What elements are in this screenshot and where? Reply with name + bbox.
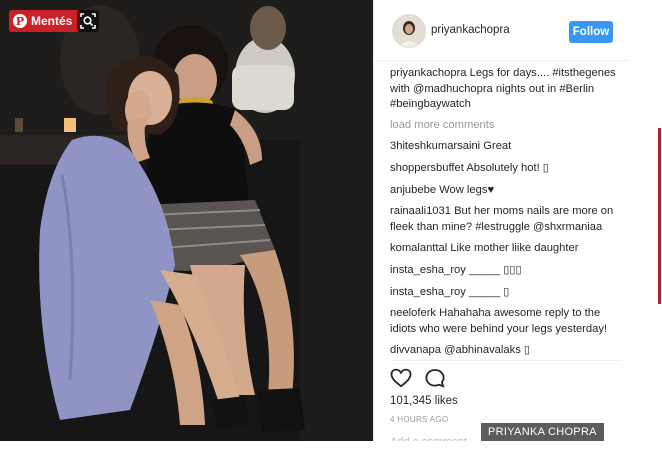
- pinterest-logo-icon: P: [13, 14, 27, 28]
- photo-credit: PRIYANKA CHOPRA: [481, 423, 604, 441]
- comment-item: 3hiteshkumarsaini Great: [390, 139, 622, 155]
- comment-item: komalanttal Like mother liike daughter: [390, 241, 622, 257]
- comment-item: anjubebe Wow legs♥: [390, 183, 622, 199]
- comment-username[interactable]: 3hiteshkumarsaini: [390, 140, 480, 152]
- adjacent-content-edge: [658, 128, 661, 304]
- comment-text: _____ ▯: [469, 285, 510, 298]
- visual-search-icon: [80, 13, 96, 29]
- post-photo[interactable]: P Mentés: [0, 0, 373, 441]
- comment-username[interactable]: anjubebe: [390, 184, 436, 196]
- visual-search-button[interactable]: [77, 10, 99, 32]
- comment-username[interactable]: insta_esha_roy: [390, 264, 466, 276]
- comment-username[interactable]: shoppersbuffet: [390, 162, 464, 174]
- comment-text: @abhinavalaks ▯: [444, 344, 531, 357]
- comment-username[interactable]: neeloferk: [390, 307, 436, 319]
- comment-item: divvanapa @abhinavalaks ▯: [390, 343, 622, 359]
- comment-text: Wow legs♥: [439, 183, 495, 196]
- post-caption: priyankachopra Legs for days.... #itsthe…: [390, 66, 622, 113]
- comment-item: insta_esha_roy _____ ▯▯▯: [390, 263, 622, 279]
- post-actions: 101,345 likes 4 HOURS AGO: [390, 360, 622, 424]
- bottom-strip: [0, 441, 662, 456]
- comment-username[interactable]: divvanapa: [390, 344, 441, 356]
- comment-item: neeloferk Hahahaha awesome reply to the …: [390, 306, 622, 337]
- post-username[interactable]: priyankachopra: [431, 24, 510, 36]
- avatar-image: [393, 15, 425, 47]
- comment-username[interactable]: insta_esha_roy: [390, 286, 466, 298]
- comment-item: rainaali1031 But her moms nails are more…: [390, 204, 622, 235]
- post-header: priyankachopra Follow: [374, 0, 629, 61]
- comment-text: Like mother liike daughter: [450, 242, 579, 255]
- load-more-comments-link[interactable]: load more comments: [390, 118, 622, 134]
- comment-text: Absolutely hot! ▯: [466, 161, 549, 174]
- pinterest-save-button[interactable]: P Mentés: [9, 10, 81, 32]
- comment-bubble-icon[interactable]: [424, 368, 446, 388]
- comment-username[interactable]: komalanttal: [390, 242, 447, 254]
- likes-count[interactable]: 101,345 likes: [390, 395, 622, 407]
- comment-text: _____ ▯▯▯: [469, 263, 522, 276]
- comment-list: priyankachopra Legs for days.... #itsthe…: [390, 66, 622, 365]
- comment-username[interactable]: rainaali1031: [390, 205, 451, 217]
- follow-button[interactable]: Follow: [569, 21, 613, 43]
- photo-illustration: [0, 0, 373, 441]
- avatar[interactable]: [392, 14, 426, 48]
- comment-item: insta_esha_roy _____ ▯: [390, 285, 622, 301]
- heart-icon[interactable]: [390, 368, 412, 388]
- caption-username[interactable]: priyankachopra: [390, 67, 467, 79]
- comment-item: shoppersbuffet Absolutely hot! ▯: [390, 161, 622, 177]
- comment-text: Great: [483, 140, 512, 153]
- post-sidebar: priyankachopra Follow priyankachopra Leg…: [373, 0, 662, 448]
- save-label: Mentés: [31, 14, 73, 28]
